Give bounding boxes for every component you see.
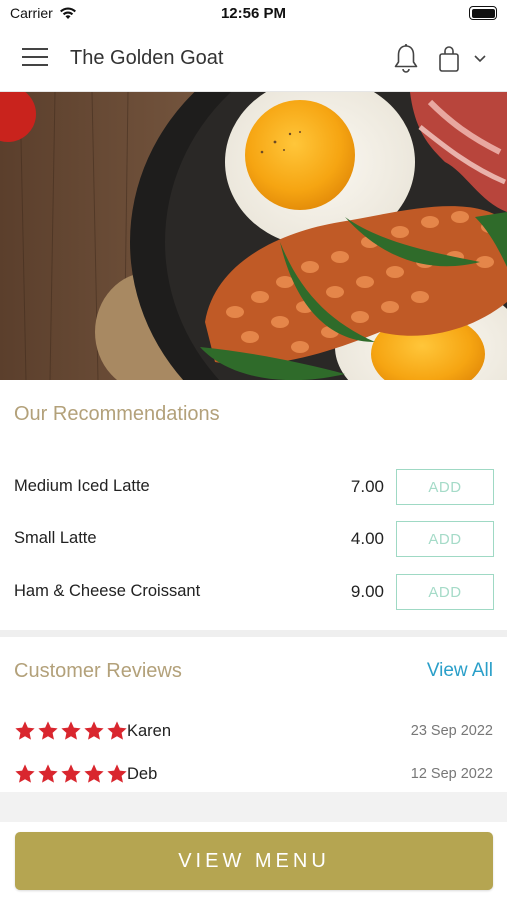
review-date: 12 Sep 2022 — [410, 766, 493, 782]
review-row: Deb 12 Sep 2022 — [0, 763, 507, 789]
battery-icon — [469, 6, 497, 20]
recommendation-item: Ham & Cheese Croissant 9.00 ADD — [0, 574, 507, 614]
star-icon — [38, 721, 58, 740]
star-icon — [84, 721, 104, 740]
add-button[interactable]: ADD — [396, 469, 494, 505]
recommendations-heading: Our Recommendations — [14, 403, 220, 425]
star-icon — [15, 764, 35, 783]
section-divider — [0, 630, 507, 637]
shopping-bag-icon[interactable] — [437, 45, 461, 73]
item-price: 9.00 — [350, 582, 384, 601]
add-button[interactable]: ADD — [396, 521, 494, 557]
add-button[interactable]: ADD — [396, 574, 494, 610]
item-name: Small Latte — [14, 529, 97, 547]
item-name: Ham & Cheese Croissant — [14, 582, 201, 600]
star-icon — [107, 721, 127, 740]
star-rating — [14, 763, 128, 785]
review-row: Karen 23 Sep 2022 — [0, 720, 507, 746]
star-icon — [61, 764, 81, 783]
reviewer-name: Karen — [127, 722, 172, 740]
status-bar: Carrier 12:56 PM — [0, 0, 507, 28]
hero-breakfast-image — [0, 92, 507, 380]
item-price: 4.00 — [350, 529, 384, 548]
bell-icon[interactable] — [392, 43, 420, 75]
star-icon — [84, 764, 104, 783]
star-icon — [38, 764, 58, 783]
reviews-heading: Customer Reviews — [14, 660, 182, 682]
star-icon — [15, 721, 35, 740]
view-menu-button[interactable]: VIEW MENU — [15, 832, 493, 890]
reviewer-name: Deb — [127, 765, 158, 783]
review-date: 23 Sep 2022 — [410, 723, 493, 739]
status-time: 12:56 PM — [220, 5, 287, 22]
recommendation-item: Medium Iced Latte 7.00 ADD — [0, 469, 507, 509]
hamburger-menu-icon[interactable] — [22, 48, 48, 70]
item-price: 7.00 — [350, 477, 384, 496]
page-title: The Golden Goat — [70, 47, 224, 69]
star-icon — [107, 764, 127, 783]
recommendation-item: Small Latte 4.00 ADD — [0, 521, 507, 561]
chevron-down-icon[interactable] — [472, 52, 488, 66]
star-icon — [61, 721, 81, 740]
view-all-reviews-link[interactable]: View All — [427, 660, 493, 682]
item-name: Medium Iced Latte — [14, 477, 150, 495]
star-rating — [14, 720, 128, 742]
top-nav-bar: The Golden Goat — [0, 28, 507, 92]
